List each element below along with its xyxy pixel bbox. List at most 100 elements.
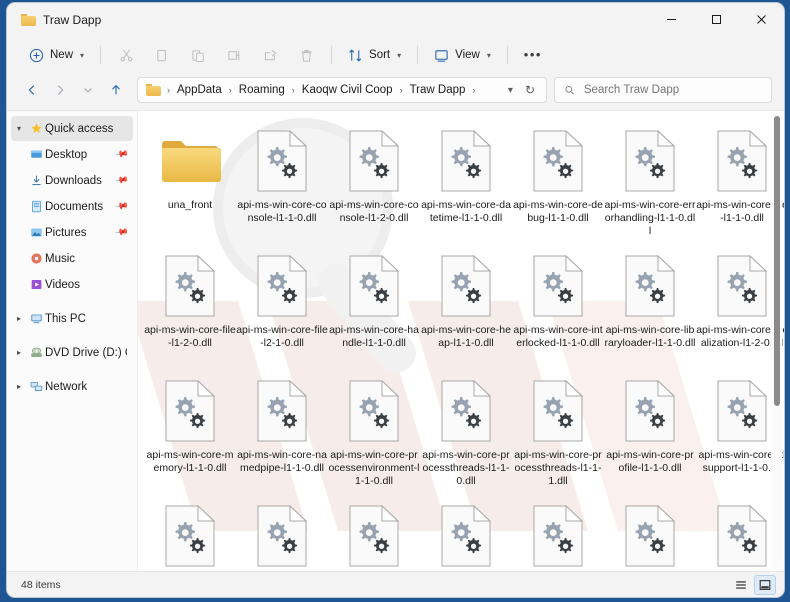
file-item[interactable]: api-ms-win-core-sysinfo-l1-1-0.dll	[420, 494, 512, 571]
pin-icon[interactable]: 📌	[114, 199, 129, 214]
refresh-icon[interactable]: ↻	[520, 81, 540, 99]
dll-file-icon	[717, 505, 767, 567]
back-button[interactable]	[19, 77, 45, 103]
downloads-icon	[27, 174, 45, 187]
breadcrumb-item-roaming[interactable]: Roaming	[235, 82, 289, 98]
file-item[interactable]: api-ms-win-core-interlocked-l1-1-0.dll	[512, 244, 604, 369]
breadcrumb-item-traw-dapp[interactable]: Traw Dapp	[406, 82, 470, 98]
dll-file-icon	[349, 130, 399, 192]
paste-icon	[191, 49, 204, 62]
pin-icon[interactable]: 📌	[114, 225, 129, 240]
sidebar-item-videos[interactable]: Videos	[11, 272, 133, 297]
sidebar-item-quick-access[interactable]: ▾ Quick access	[11, 116, 133, 141]
arrow-right-icon	[57, 85, 64, 95]
sidebar-item-label: Network	[45, 380, 88, 393]
sidebar-item-label: Music	[45, 252, 76, 265]
rename-icon	[227, 50, 239, 60]
close-button[interactable]	[739, 3, 784, 36]
dll-icon-wrap	[441, 125, 491, 197]
breadcrumb-item-appdata[interactable]: AppData	[173, 82, 226, 98]
chevron-down-icon[interactable]: ▾	[11, 124, 27, 133]
file-item[interactable]: api-ms-win-core-synch-l1-2-0.dll	[328, 494, 420, 571]
sidebar-item-dvd-drive[interactable]: ▸ DVD Drive (D:) CCCC	[11, 340, 133, 365]
forward-button[interactable]	[47, 77, 73, 103]
chevron-right-icon[interactable]: ▸	[11, 382, 27, 391]
recent-locations-button[interactable]	[75, 77, 101, 103]
dll-icon-wrap	[165, 500, 215, 571]
explorer-body: ▾ Quick access Desktop 📌 Downloads 📌 Doc…	[7, 110, 784, 571]
content-scrollbar[interactable]	[771, 113, 782, 569]
file-list-pane[interactable]: una_front api-ms-win-core-console-l1-1-0…	[138, 111, 784, 571]
minimize-button[interactable]	[649, 3, 694, 36]
breadcrumb-dropdown-icon[interactable]: ▾	[503, 83, 518, 98]
sidebar-item-documents[interactable]: Documents 📌	[11, 194, 133, 219]
delete-button[interactable]	[289, 41, 323, 69]
sort-button[interactable]: Sort ▾	[340, 41, 409, 69]
dll-file-icon	[441, 130, 491, 192]
sidebar-item-label: Quick access	[45, 122, 114, 135]
file-item[interactable]: api-ms-win-core-processthreads-l1-1-0.dl…	[420, 369, 512, 494]
sidebar-item-this-pc[interactable]: ▸ This PC	[11, 306, 133, 331]
file-item[interactable]: api-ms-win-core-processenvironment-l1-1-…	[328, 369, 420, 494]
sidebar-item-network[interactable]: ▸ Network	[11, 374, 133, 399]
chevron-right-icon[interactable]: ▸	[11, 348, 27, 357]
search-box[interactable]	[554, 77, 772, 103]
breadcrumb-item-kaoqw-civil-coop[interactable]: Kaoqw Civil Coop	[298, 82, 397, 98]
file-name-label: api-ms-win-core-processenvironment-l1-1-…	[328, 449, 420, 487]
dll-icon-wrap	[625, 125, 675, 197]
dll-icon-wrap	[165, 375, 215, 447]
chevron-right-icon[interactable]: ▸	[11, 314, 27, 323]
maximize-button[interactable]	[694, 3, 739, 36]
folder-item[interactable]: una_front	[144, 119, 236, 244]
toolbar-divider-2	[331, 46, 333, 64]
pin-icon[interactable]: 📌	[114, 173, 129, 188]
file-name-label: api-ms-win-core-profile-l1-1-0.dll	[606, 449, 694, 474]
rename-button[interactable]	[217, 41, 251, 69]
search-input[interactable]	[581, 83, 762, 97]
file-item[interactable]: api-ms-win-core-util-l1-1-0.dll	[604, 494, 696, 571]
file-item[interactable]: api-ms-win-core-handle-l1-1-0.dll	[328, 244, 420, 369]
file-item[interactable]: api-ms-win-core-file-l2-1-0.dll	[236, 244, 328, 369]
file-item[interactable]: api-ms-win-core-string-l1-1-0.dll	[144, 494, 236, 571]
file-item[interactable]: api-ms-win-core-debug-l1-1-0.dll	[512, 119, 604, 244]
file-name-label: api-ms-win-core-memory-l1-1-0.dll	[146, 449, 234, 474]
sidebar-item-pictures[interactable]: Pictures 📌	[11, 220, 133, 245]
scrollbar-thumb[interactable]	[774, 116, 780, 406]
file-item[interactable]: api-ms-win-core-libraryloader-l1-1-0.dll	[604, 244, 696, 369]
details-view-button[interactable]	[754, 574, 776, 595]
navigation-pane[interactable]: ▾ Quick access Desktop 📌 Downloads 📌 Doc…	[7, 111, 138, 571]
view-icon	[435, 49, 448, 62]
sidebar-item-desktop[interactable]: Desktop 📌	[11, 142, 133, 167]
paste-button[interactable]	[181, 41, 215, 69]
window-tab[interactable]: Traw Dapp	[7, 3, 113, 36]
share-icon	[264, 49, 276, 60]
file-item[interactable]: api-ms-win-core-memory-l1-1-0.dll	[144, 369, 236, 494]
file-item[interactable]: api-ms-win-core-profile-l1-1-0.dll	[604, 369, 696, 494]
pin-icon[interactable]: 📌	[114, 147, 129, 162]
file-name-label: api-ms-win-core-namedpipe-l1-1-0.dll	[237, 449, 327, 474]
file-item[interactable]: api-ms-win-core-errorhandling-l1-1-0.dll	[604, 119, 696, 244]
file-item[interactable]: api-ms-win-core-heap-l1-1-0.dll	[420, 244, 512, 369]
more-options-button[interactable]: •••	[516, 41, 550, 69]
list-view-button[interactable]	[730, 575, 752, 595]
sidebar-item-music[interactable]: Music	[11, 246, 133, 271]
file-item[interactable]: api-ms-win-core-namedpipe-l1-1-0.dll	[236, 369, 328, 494]
file-item[interactable]: api-ms-win-core-console-l1-2-0.dll	[328, 119, 420, 244]
file-item[interactable]: api-ms-win-core-synch-l1-1-0.dll	[236, 494, 328, 571]
new-button[interactable]: New ▾	[21, 41, 92, 69]
share-button[interactable]	[253, 41, 287, 69]
file-item[interactable]: api-ms-win-core-datetime-l1-1-0.dll	[420, 119, 512, 244]
view-button[interactable]: View ▾	[426, 41, 499, 69]
file-item[interactable]: api-ms-win-core-processthreads-l1-1-1.dl…	[512, 369, 604, 494]
file-item[interactable]: api-ms-win-core-console-l1-1-0.dll	[236, 119, 328, 244]
cut-button[interactable]	[109, 41, 143, 69]
sidebar-item-downloads[interactable]: Downloads 📌	[11, 168, 133, 193]
sidebar-item-label: Downloads	[45, 174, 102, 187]
file-item[interactable]: api-ms-win-core-file-l1-2-0.dll	[144, 244, 236, 369]
file-item[interactable]: api-ms-win-core-timezone-l1-1-0.dll	[512, 494, 604, 571]
up-button[interactable]	[103, 77, 129, 103]
dll-icon-wrap	[165, 250, 215, 322]
dll-icon-wrap	[717, 500, 767, 571]
copy-button[interactable]	[145, 41, 179, 69]
breadcrumb[interactable]: › AppData › Roaming › Kaoqw Civil Coop ›…	[137, 77, 547, 103]
